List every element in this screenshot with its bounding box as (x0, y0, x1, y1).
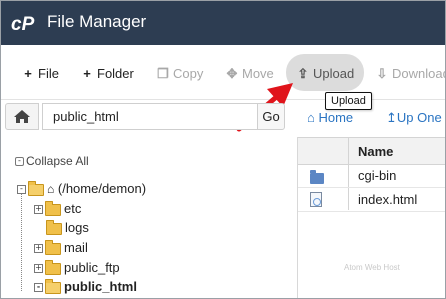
home-icon: ⌂ (307, 110, 315, 125)
download-icon: ⇩ (376, 66, 388, 81)
collapse-toggle-icon: - (34, 283, 43, 293)
folder-icon (45, 200, 61, 216)
up-one-link[interactable]: ↥Up One (386, 110, 442, 126)
file-manager-window: cP File Manager + File + Folder ❐ Copy ✥ Mov… (0, 0, 446, 299)
up-one-label: Up One (396, 110, 442, 125)
tree-item-public-ftp[interactable]: + public_ftp (34, 259, 120, 278)
collapse-all-label: Collapse All (26, 154, 89, 168)
tree-item-label: public_html (64, 279, 137, 294)
tree-item-etc[interactable]: + etc (34, 200, 82, 219)
column-header-name[interactable]: Name (358, 144, 393, 159)
plus-icon: + (24, 66, 32, 81)
tree-item-label: (/home/demon) (57, 181, 147, 196)
copy-icon: ❐ (157, 66, 169, 81)
download-label: Download (392, 66, 446, 81)
folder-open-icon (45, 278, 61, 294)
upload-tooltip: Upload (325, 92, 372, 110)
upload-button[interactable]: ⇪ Upload (296, 66, 355, 82)
home-button[interactable] (5, 103, 39, 130)
plus-icon: + (83, 66, 91, 81)
new-folder-button[interactable]: + Folder (80, 66, 134, 81)
folder-icon (45, 259, 61, 275)
new-folder-label: Folder (97, 66, 134, 81)
home-link[interactable]: ⌂ Home (307, 110, 353, 125)
tree-item-logs[interactable]: logs (46, 219, 89, 238)
home-link-label: Home (318, 110, 354, 125)
file-name-cell[interactable]: index.html (358, 192, 417, 207)
expand-toggle-icon: + (34, 204, 43, 215)
tree-item-label: logs (65, 220, 89, 235)
app-header: cP File Manager (1, 1, 445, 45)
folder-icon (45, 239, 61, 255)
home-icon (14, 110, 30, 123)
folder-icon (46, 219, 62, 235)
cpanel-logo-icon: cP (11, 14, 35, 34)
folder-open-icon (28, 180, 44, 196)
tree-item-public-html[interactable]: - public_html (34, 278, 137, 297)
collapse-toggle-icon: - (17, 185, 26, 195)
app-title: File Manager (47, 12, 147, 31)
new-file-button[interactable]: + File (21, 66, 59, 81)
copy-button[interactable]: ❐ Copy (156, 66, 203, 82)
new-file-label: File (38, 66, 59, 81)
file-name-cell[interactable]: cgi-bin (358, 168, 396, 183)
folder-icon (310, 170, 324, 184)
level-up-icon: ↥ (386, 110, 397, 125)
expand-toggle-icon: + (34, 263, 43, 274)
svg-text:cP: cP (11, 14, 35, 34)
expand-toggle-icon: + (34, 243, 43, 254)
home-glyph-icon: ⌂ (47, 182, 55, 196)
tree-item-label: etc (64, 201, 82, 216)
tree-item-home[interactable]: - ⌂ (/home/demon) (17, 180, 147, 199)
upload-label: Upload (313, 66, 355, 81)
go-button[interactable]: Go (257, 103, 285, 130)
collapse-all-link[interactable]: - Collapse All (15, 154, 89, 168)
watermark-text: Atom Web Host (344, 263, 400, 272)
path-input[interactable] (42, 103, 258, 130)
copy-label: Copy (173, 66, 204, 81)
collapse-icon: - (15, 157, 24, 167)
tree-item-label: mail (64, 240, 88, 255)
tree-guide-line (21, 193, 22, 291)
html-file-icon (310, 192, 322, 207)
download-button[interactable]: ⇩ Download (375, 66, 446, 82)
tree-item-mail[interactable]: + mail (34, 239, 88, 258)
tree-item-label: public_ftp (64, 260, 120, 275)
